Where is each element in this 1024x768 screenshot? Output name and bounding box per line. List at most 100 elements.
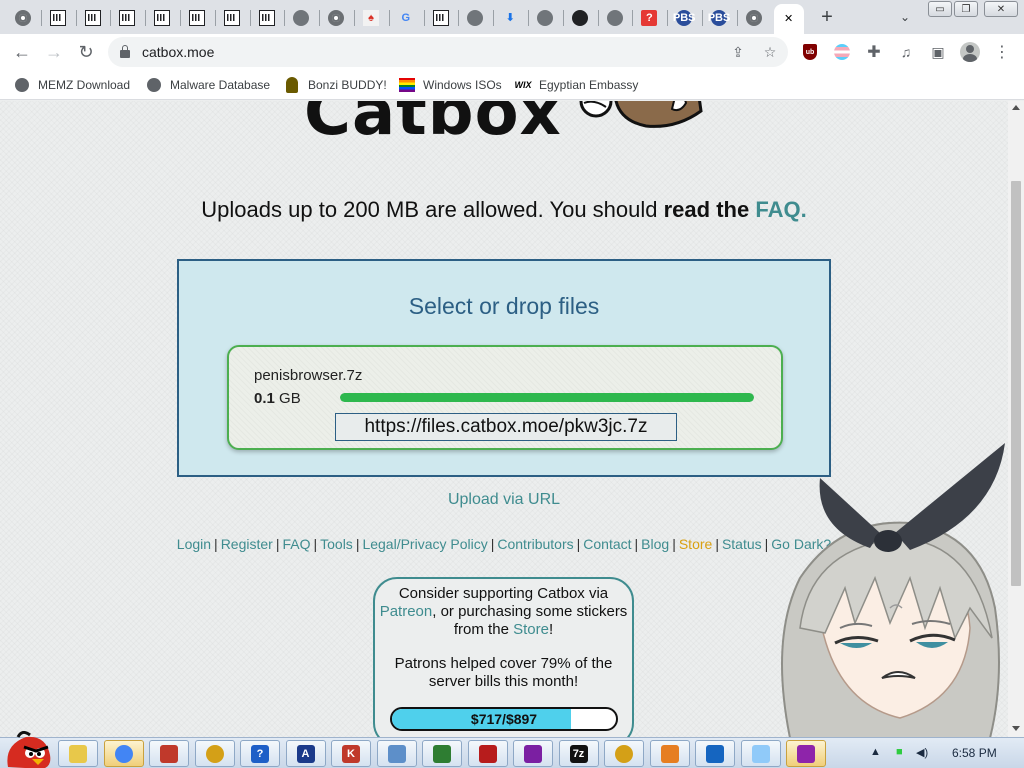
reload-button[interactable]: ↻ — [73, 39, 99, 65]
extensions-puzzle-icon[interactable]: ✚ — [864, 42, 884, 62]
tab-separator — [75, 10, 77, 26]
catbox-logo: Catbox — [300, 101, 720, 156]
footer-link-contact[interactable]: Contact — [583, 536, 631, 552]
taskbar-button[interactable] — [740, 740, 781, 767]
angry-bird-start-icon[interactable] — [2, 731, 54, 768]
footer-link-tools[interactable]: Tools — [320, 536, 353, 552]
browser-tab[interactable] — [286, 4, 316, 32]
taskbar-button[interactable] — [194, 740, 235, 767]
taskbar-button[interactable] — [695, 740, 735, 767]
address-bar[interactable]: catbox.moe ⇪ ☆ — [108, 37, 788, 67]
page-scrollbar[interactable] — [1008, 101, 1024, 737]
clock[interactable]: 6:58 PM — [952, 746, 997, 760]
scroll-up-icon[interactable] — [1012, 105, 1020, 110]
browser-tab[interactable] — [8, 4, 38, 32]
ublock-icon[interactable]: ub — [800, 42, 820, 62]
share-icon[interactable]: ⇪ — [728, 42, 748, 62]
footer-link-faq[interactable]: FAQ — [282, 536, 310, 552]
new-tab-button[interactable]: + — [815, 5, 839, 29]
browser-tab[interactable] — [217, 4, 247, 32]
taskbar-button[interactable]: A — [285, 740, 326, 767]
taskbar-button[interactable] — [467, 740, 508, 767]
tab-separator — [702, 10, 703, 26]
browser-tab[interactable] — [112, 4, 142, 32]
taskbar-button[interactable] — [786, 740, 826, 767]
file-link[interactable]: https://files.catbox.moe/pkw3jc.7z — [335, 413, 677, 441]
browser-tab[interactable] — [460, 4, 490, 32]
minimize-button[interactable]: ▭ — [928, 1, 952, 17]
footer-link-status[interactable]: Status — [722, 536, 762, 552]
scroll-down-icon[interactable] — [1012, 726, 1020, 731]
taskbar-button[interactable] — [649, 740, 690, 767]
browser-tab[interactable] — [43, 4, 73, 32]
upload-dropzone[interactable]: Select or drop files penisbrowser.7z 0.1… — [177, 259, 831, 477]
browser-tab[interactable]: ⬇ — [495, 4, 525, 32]
bookmark-memz[interactable]: MEMZ Download — [14, 76, 130, 94]
bookmark-star-icon[interactable]: ☆ — [760, 42, 780, 62]
link-separator: | — [313, 536, 318, 552]
browser-tab[interactable] — [565, 4, 595, 32]
system-tray: ▲ ■ ◀) 6:58 PM — [860, 738, 1024, 768]
footer-link-contributors[interactable]: Contributors — [497, 536, 573, 552]
footer-link-store[interactable]: Store — [679, 536, 712, 552]
bookmark-egyptian-embassy[interactable]: WIX Egyptian Embassy — [515, 76, 639, 94]
taskbar-button[interactable] — [422, 740, 462, 767]
upload-title[interactable]: Select or drop files — [179, 293, 829, 320]
lock-icon[interactable] — [120, 45, 130, 58]
menu-kebab-icon[interactable]: ⋮ — [992, 42, 1012, 62]
taskbar-button[interactable] — [604, 740, 644, 767]
taskbar-button[interactable] — [103, 740, 144, 767]
trans-flag-extension-icon[interactable] — [832, 42, 852, 62]
browser-tab[interactable]: ♠ — [356, 4, 386, 32]
bookmark-malware-database[interactable]: Malware Database — [146, 76, 270, 94]
back-button[interactable]: ← — [9, 39, 35, 65]
browser-tab[interactable] — [530, 4, 560, 32]
battery-icon[interactable]: ■ — [896, 746, 903, 758]
taskbar-button[interactable] — [149, 740, 189, 767]
tab-search-button[interactable]: ⌄ — [893, 5, 917, 29]
bookmark-windows-isos[interactable]: Windows ISOs — [399, 76, 502, 94]
store-link[interactable]: Store — [513, 621, 549, 638]
faq-link[interactable]: FAQ. — [755, 197, 806, 222]
browser-tab[interactable] — [600, 4, 630, 32]
forward-button[interactable]: → — [41, 39, 67, 65]
browser-tab[interactable]: G — [391, 4, 421, 32]
scroll-thumb[interactable] — [1011, 181, 1021, 586]
footer-link-blog[interactable]: Blog — [641, 536, 669, 552]
tab-separator — [319, 10, 321, 26]
bookmark-bonzi-buddy[interactable]: Bonzi BUDDY! — [284, 76, 387, 94]
taskbar-button[interactable] — [376, 740, 417, 767]
close-window-button[interactable]: ✕ — [984, 1, 1018, 17]
side-panel-icon[interactable]: ▣ — [928, 42, 948, 62]
footer-link-login[interactable]: Login — [177, 536, 211, 552]
url-text[interactable]: catbox.moe — [142, 44, 214, 60]
browser-tab[interactable] — [78, 4, 108, 32]
tab-active[interactable]: ✕ — [773, 4, 804, 34]
close-icon[interactable]: ✕ — [781, 11, 797, 27]
patreon-link[interactable]: Patreon — [380, 603, 433, 620]
browser-tab[interactable]: ? — [634, 4, 664, 32]
archive-icon — [258, 10, 275, 26]
maximize-button[interactable]: ❐ — [954, 1, 978, 17]
browser-tab[interactable] — [426, 4, 456, 32]
pbs-icon: PBS — [672, 10, 696, 26]
browser-tab[interactable] — [147, 4, 177, 32]
footer-link-legal-privacy-policy[interactable]: Legal/Privacy Policy — [362, 536, 487, 552]
tray-expand-icon[interactable]: ▲ — [870, 746, 881, 758]
taskbar-button[interactable]: ? — [240, 740, 280, 767]
browser-tab[interactable]: PBS — [669, 4, 699, 32]
browser-tab[interactable]: PBS — [704, 4, 734, 32]
media-control-icon[interactable]: ♫ — [896, 42, 916, 62]
taskbar-button[interactable] — [58, 740, 98, 767]
taskbar-button[interactable] — [513, 740, 553, 767]
browser-tab[interactable] — [739, 4, 769, 32]
browser-tab[interactable] — [182, 4, 212, 32]
browser-tab[interactable] — [321, 4, 351, 32]
browser-tab[interactable] — [252, 4, 282, 32]
taskbar-button[interactable]: 7z — [558, 740, 599, 767]
taskbar-button[interactable]: K — [331, 740, 371, 767]
profile-avatar-icon[interactable] — [960, 42, 980, 62]
notepad-icon — [751, 744, 770, 763]
footer-link-register[interactable]: Register — [221, 536, 273, 552]
volume-icon[interactable]: ◀) — [916, 746, 928, 759]
